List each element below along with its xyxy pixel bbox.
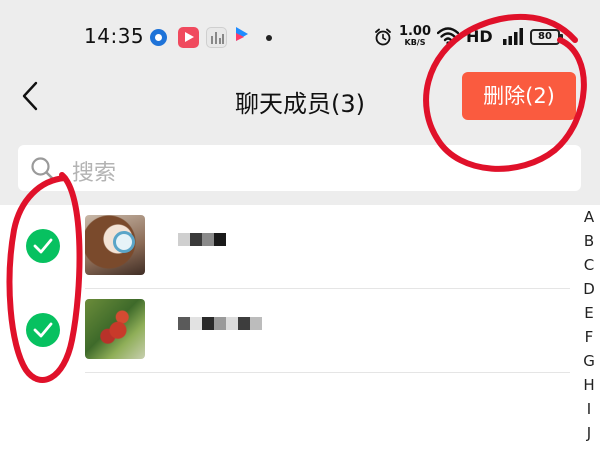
avatar-fruit-tree (85, 299, 145, 359)
music-app-icon (206, 27, 227, 48)
index-letter[interactable]: B (578, 232, 600, 250)
network-speed-unit: KB/S (404, 38, 426, 47)
index-letter[interactable]: I (578, 400, 600, 418)
chat-members-screen: 14:35 1.00 KB/S HD 80 聊天成员(3) 删除(2) 搜索 A… (0, 0, 600, 450)
avatar-anime-girl (85, 215, 145, 275)
battery-level: 80 (538, 31, 552, 42)
index-letter[interactable]: C (578, 256, 600, 274)
search-placeholder: 搜索 (72, 161, 117, 186)
index-letter[interactable]: D (578, 280, 600, 298)
video-play-app-icon (178, 27, 199, 48)
member-name-blurred (178, 317, 262, 343)
index-letter[interactable]: H (578, 376, 600, 394)
circle-app-icon (150, 29, 167, 46)
index-letter[interactable]: F (578, 328, 600, 346)
status-bar: 14:35 1.00 KB/S HD 80 (0, 0, 600, 72)
search-input[interactable]: 搜索 (18, 145, 581, 191)
index-letter[interactable]: J (578, 424, 600, 442)
delete-button[interactable]: 删除(2) (462, 72, 576, 120)
index-letter[interactable]: G (578, 352, 600, 370)
row-divider (85, 372, 570, 373)
more-notifications-dot-icon (266, 35, 272, 41)
video-app-icon (233, 27, 254, 48)
selected-check-icon[interactable] (26, 313, 60, 347)
network-speed: 1.00 KB/S (398, 25, 432, 47)
member-name-blurred (178, 233, 226, 259)
index-letter[interactable]: A (578, 208, 600, 226)
alarm-icon (375, 28, 391, 46)
network-type-label: HD (466, 27, 493, 46)
status-time: 14:35 (84, 24, 145, 48)
selected-check-icon[interactable] (26, 229, 60, 263)
search-icon (31, 157, 55, 181)
header-area: 14:35 1.00 KB/S HD 80 聊天成员(3) 删除(2) 搜索 (0, 0, 600, 205)
member-row[interactable] (0, 205, 570, 289)
signal-strength-icon (503, 28, 523, 45)
wifi-icon (437, 27, 459, 45)
network-speed-value: 1.00 (398, 24, 432, 39)
index-letter[interactable]: E (578, 304, 600, 322)
member-row[interactable] (0, 289, 570, 373)
battery-icon: 80 (530, 29, 563, 45)
